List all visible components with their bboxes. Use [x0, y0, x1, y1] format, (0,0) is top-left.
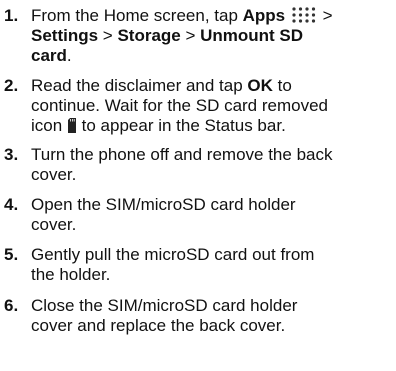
step-text-segment: to [272, 76, 292, 95]
step-text-segment: cover. [31, 165, 77, 184]
apps-grid-icon [292, 7, 315, 23]
step-number: 3. [4, 145, 19, 164]
step-number: 1. [4, 6, 19, 25]
step-text-segment: Close the SIM/microSD card holder [31, 296, 298, 315]
step-text-segment: Open the SIM/microSD card holder [31, 195, 296, 214]
step-text-segment: cover and replace the back cover. [31, 316, 286, 335]
step-text: Read the disclaimer and tap OK to contin… [31, 76, 396, 136]
step-text: From the Home screen, tap Apps > Setting… [31, 6, 396, 66]
period: . [66, 46, 72, 65]
ok-label: OK [247, 76, 273, 95]
step-text-segment: > [317, 6, 333, 25]
separator: > [180, 26, 201, 45]
step-number: 2. [4, 76, 19, 95]
step-number: 4. [4, 195, 19, 214]
unmount-label-continued: card [31, 46, 67, 65]
step-2: 2. Read the disclaimer and tap OK to con… [0, 76, 396, 136]
storage-label: Storage [117, 26, 181, 45]
step-6: 6. Close the SIM/microSD card holder cov… [0, 296, 396, 336]
step-text-segment: to appear in the Status bar. [76, 116, 286, 135]
step-text-segment: From the Home screen, tap [31, 6, 243, 25]
step-text-segment: cover. [31, 215, 77, 234]
separator: > [98, 26, 118, 45]
step-3: 3. Turn the phone off and remove the bac… [0, 145, 396, 185]
step-5: 5. Gently pull the microSD card out from… [0, 245, 396, 285]
step-text-segment: Turn the phone off and remove the back [31, 145, 333, 164]
step-number: 5. [4, 245, 19, 264]
step-text: Gently pull the microSD card out from th… [31, 245, 396, 285]
step-text-segment: Gently pull the microSD card out from [31, 245, 315, 264]
step-text: Close the SIM/microSD card holder cover … [31, 296, 396, 336]
unmount-label: Unmount SD [200, 26, 304, 45]
step-text-segment: continue. Wait for the SD card removed [31, 96, 329, 115]
step-text-segment: Read the disclaimer and tap [31, 76, 248, 95]
step-text: Open the SIM/microSD card holder cover. [31, 195, 396, 235]
step-1: 1. From the Home screen, tap Apps > Sett… [0, 6, 396, 66]
settings-label: Settings [31, 26, 99, 45]
step-number: 6. [4, 296, 19, 315]
step-4: 4. Open the SIM/microSD card holder cove… [0, 195, 396, 235]
apps-label: Apps [242, 6, 286, 25]
step-text: Turn the phone off and remove the back c… [31, 145, 396, 185]
step-text-segment: the holder. [31, 265, 111, 284]
step-text-segment: icon [31, 116, 67, 135]
sd-card-removed-icon [67, 118, 76, 133]
